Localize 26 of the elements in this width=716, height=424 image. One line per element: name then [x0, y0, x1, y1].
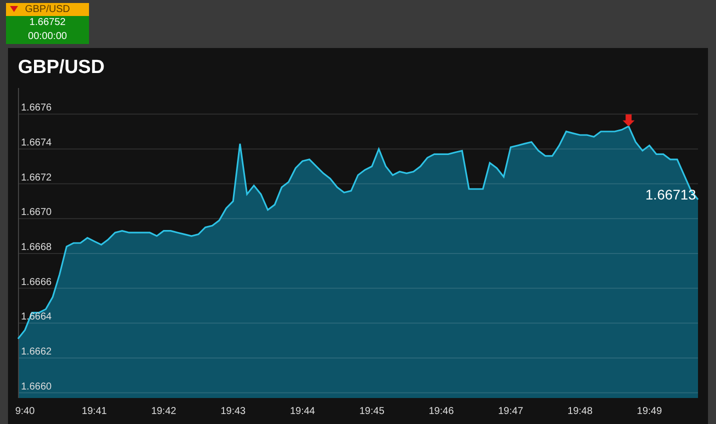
ticker-symbol: GBP/USD	[24, 4, 70, 14]
chart-title: GBP/USD	[18, 56, 105, 80]
y-axis-label: 1.6668	[21, 242, 52, 253]
down-arrow-icon	[622, 114, 635, 126]
x-axis-label: 19:48	[568, 406, 593, 417]
down-triangle-icon	[10, 6, 18, 12]
x-axis-label: 19:42	[151, 406, 176, 417]
x-axis-label: 19:44	[290, 406, 315, 417]
y-axis-label: 1.6674	[21, 137, 52, 148]
x-axis-label: 19:47	[498, 406, 524, 417]
ticker-price: 1.66752	[28, 16, 67, 30]
y-axis-label: 1.6670	[21, 207, 52, 218]
x-axis-label: 19:49	[636, 406, 662, 417]
y-axis-label: 1.6666	[21, 276, 52, 288]
x-axis-label: 19:41	[82, 406, 107, 417]
y-axis-label: 1.6672	[21, 172, 52, 184]
x-axis-label: 19:45	[359, 406, 384, 417]
x-axis-label: 9:40	[15, 406, 35, 417]
x-axis-label: 19:43	[220, 406, 246, 417]
ticker-time: 00:00:00	[27, 30, 68, 44]
y-axis-label: 1.6676	[21, 102, 52, 114]
y-axis-label: 1.6660	[21, 381, 52, 392]
y-axis-label: 1.6662	[21, 346, 52, 358]
ticker-card[interactable]: GBP/USD 1.66752 00:00:00	[6, 3, 89, 44]
x-axis-label: 19:46	[428, 406, 454, 417]
last-price-label: 1.66713	[645, 186, 696, 202]
